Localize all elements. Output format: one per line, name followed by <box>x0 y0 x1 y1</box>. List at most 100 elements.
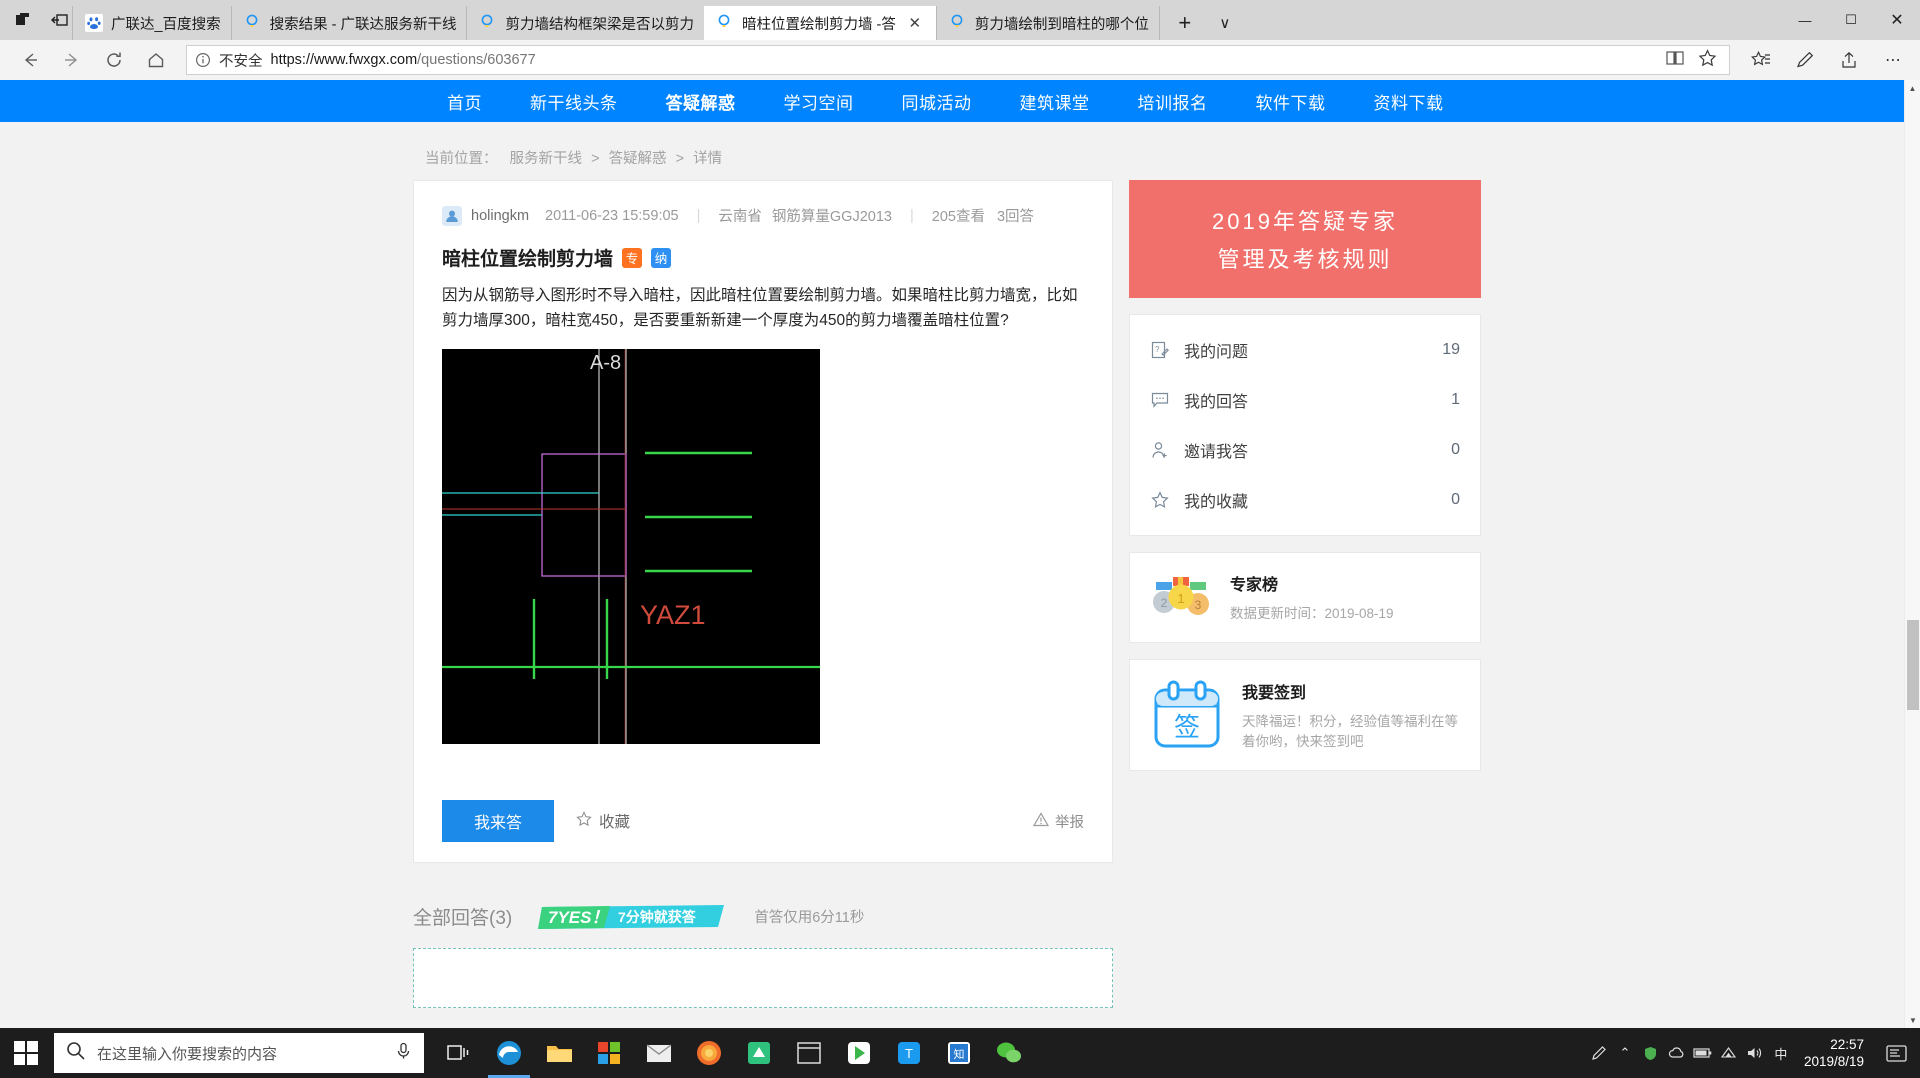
tabs-you-set-aside-icon[interactable] <box>50 11 68 29</box>
nav-item-study[interactable]: 学习空间 <box>760 89 878 114</box>
tab-title: 搜索结果 - 广联达服务新干线 <box>269 16 457 33</box>
browser-tab[interactable]: 广联达_百度搜索 <box>72 6 231 40</box>
sidebar-item-invite-me[interactable]: 邀请我答 0 <box>1150 425 1460 475</box>
ime-indicator[interactable]: 中 <box>1768 1028 1794 1078</box>
new-tab-button[interactable]: + <box>1168 6 1202 40</box>
nav-item-downloads[interactable]: 资料下载 <box>1350 89 1468 114</box>
sidebar-item-label: 我的收藏 <box>1184 494 1249 511</box>
nav-item-home[interactable]: 首页 <box>423 89 506 114</box>
answers-header: 全部回答(3) 7YES！ 7分钟就获答 首答仅用6分11秒 <box>413 903 1113 930</box>
minimize-button[interactable]: — <box>1782 0 1828 40</box>
app-window-icon[interactable] <box>784 1028 834 1078</box>
sidebar-item-my-favorites[interactable]: 我的收藏 0 <box>1150 475 1460 525</box>
network-icon[interactable] <box>1716 1028 1742 1078</box>
question-image[interactable]: A-8 YAZ1 <box>442 349 820 744</box>
breadcrumb-item-2[interactable]: 答疑解惑 <box>609 151 667 167</box>
question-author[interactable]: holingkm <box>471 208 529 224</box>
breadcrumb-item-3: 详情 <box>693 151 723 167</box>
search-icon <box>66 1041 85 1065</box>
set-aside-tabs-icon[interactable] <box>14 11 32 29</box>
pen-icon[interactable] <box>1788 44 1822 76</box>
promo-banner[interactable]: 2019年答疑专家 管理及考核规则 <box>1129 180 1481 298</box>
vertical-scrollbar[interactable]: ▲ ▼ <box>1904 80 1920 1028</box>
calendar-sign-icon: 签 <box>1150 678 1224 752</box>
close-icon[interactable]: ✕ <box>904 14 926 32</box>
browser-tab[interactable]: 搜索结果 - 广联达服务新干线 <box>230 6 467 40</box>
breadcrumb-item-1[interactable]: 服务新干线 <box>510 151 583 167</box>
sidebar-item-value: 19 <box>1442 341 1460 358</box>
answer-editor-placeholder[interactable] <box>413 948 1113 1008</box>
info-icon[interactable] <box>195 52 211 68</box>
firefox-icon[interactable] <box>684 1028 734 1078</box>
browser-tab-active[interactable]: 暗柱位置绘制剪力墙 -答 ✕ <box>703 6 936 40</box>
nav-item-software[interactable]: 软件下载 <box>1232 89 1350 114</box>
back-button[interactable] <box>10 42 50 78</box>
cloud-icon[interactable] <box>1664 1028 1690 1078</box>
pen-tray-icon[interactable] <box>1586 1028 1612 1078</box>
question-timestamp: 2011-06-23 15:59:05 <box>545 207 679 224</box>
play-store-icon[interactable] <box>834 1028 884 1078</box>
browser-tab[interactable]: 剪力墙绘制到暗柱的哪个位 <box>935 6 1159 40</box>
checkin-panel[interactable]: 签 我要签到 天降福运！积分，经验值等福利在等着你哟，快来签到吧 <box>1129 659 1481 771</box>
settings-more-icon[interactable]: ⋯ <box>1876 44 1910 76</box>
favorite-button[interactable]: 收藏 <box>576 810 630 832</box>
nav-item-headlines[interactable]: 新干线头条 <box>506 89 642 114</box>
nav-item-training[interactable]: 培训报名 <box>1114 89 1232 114</box>
baidu-icon <box>85 14 103 32</box>
chevron-down-icon[interactable]: ∨ <box>1208 6 1242 40</box>
wechat-icon[interactable] <box>984 1028 1034 1078</box>
forward-button[interactable] <box>52 42 92 78</box>
microphone-icon[interactable] <box>395 1042 412 1065</box>
battery-icon[interactable] <box>1690 1028 1716 1078</box>
maximize-button[interactable]: ☐ <box>1828 0 1874 40</box>
mail-icon[interactable] <box>634 1028 684 1078</box>
expert-ranking-subtitle: 数据更新时间：2019-08-19 <box>1230 606 1394 621</box>
task-view-icon[interactable] <box>434 1028 484 1078</box>
sidebar-item-my-questions[interactable]: ? 我的问题 19 <box>1150 325 1460 375</box>
home-button[interactable] <box>136 42 176 78</box>
app-green-icon[interactable] <box>734 1028 784 1078</box>
star-icon[interactable] <box>1698 48 1717 72</box>
banner-line-1: 2019年答疑专家 <box>1212 209 1398 234</box>
url-input[interactable]: 不安全 https://www.fwxgx.com/questions/6036… <box>186 45 1730 75</box>
scroll-up-button[interactable]: ▲ <box>1905 80 1920 96</box>
reading-view-icon[interactable] <box>1666 50 1684 71</box>
taskbar: 在这里输入你要搜索的内容 T 知 ⌃ 中 22:57 2019/8/19 <box>0 1028 1920 1078</box>
notification-icon[interactable] <box>1876 1028 1916 1078</box>
report-button[interactable]: 举报 <box>1032 811 1084 832</box>
store-icon[interactable] <box>584 1028 634 1078</box>
sidebar-item-my-answers[interactable]: 我的回答 1 <box>1150 375 1460 425</box>
show-hidden-icons-chevron[interactable]: ⌃ <box>1612 1028 1638 1078</box>
web-page: 首页 新干线头条 答疑解惑 学习空间 同城活动 建筑课堂 培训报名 软件下载 资… <box>0 80 1920 1008</box>
favorites-icon[interactable] <box>1744 44 1778 76</box>
app-blue-icon[interactable]: 知 <box>934 1028 984 1078</box>
share-icon[interactable] <box>1832 44 1866 76</box>
refresh-button[interactable] <box>94 42 134 78</box>
breadcrumb-separator: > <box>675 151 685 167</box>
tim-icon[interactable]: T <box>884 1028 934 1078</box>
question-actions: 我来答 收藏 举报 <box>442 800 1084 842</box>
shield-green-icon[interactable] <box>1638 1028 1664 1078</box>
edge-icon[interactable] <box>484 1028 534 1078</box>
sidebar-item-value: 1 <box>1451 391 1460 408</box>
answer-button[interactable]: 我来答 <box>442 800 554 842</box>
volume-icon[interactable] <box>1742 1028 1768 1078</box>
nav-item-qa[interactable]: 答疑解惑 <box>642 89 760 114</box>
file-explorer-icon[interactable] <box>534 1028 584 1078</box>
url-right-icons <box>1666 48 1721 72</box>
start-button[interactable] <box>0 1028 52 1078</box>
nav-item-classroom[interactable]: 建筑课堂 <box>996 89 1114 114</box>
scrollbar-thumb[interactable] <box>1907 620 1919 710</box>
scroll-down-button[interactable]: ▼ <box>1905 1012 1920 1028</box>
breadcrumb-separator: > <box>591 151 600 167</box>
svg-text:7分钟就获答: 7分钟就获答 <box>618 909 697 925</box>
expert-ranking-panel[interactable]: 2 3 1 专家榜 数据更新时间：2019-08-19 <box>1129 552 1481 643</box>
meta-divider: | <box>909 207 914 224</box>
comment-icon <box>1150 390 1170 410</box>
browser-tab[interactable]: 剪力墙结构框架梁是否以剪力 <box>466 6 704 40</box>
search-input[interactable]: 在这里输入你要搜索的内容 <box>54 1033 424 1073</box>
question-answer-count: 3回答 <box>996 209 1035 225</box>
clock[interactable]: 22:57 2019/8/19 <box>1794 1036 1876 1070</box>
close-window-button[interactable]: ✕ <box>1874 0 1920 40</box>
nav-item-events[interactable]: 同城活动 <box>878 89 996 114</box>
